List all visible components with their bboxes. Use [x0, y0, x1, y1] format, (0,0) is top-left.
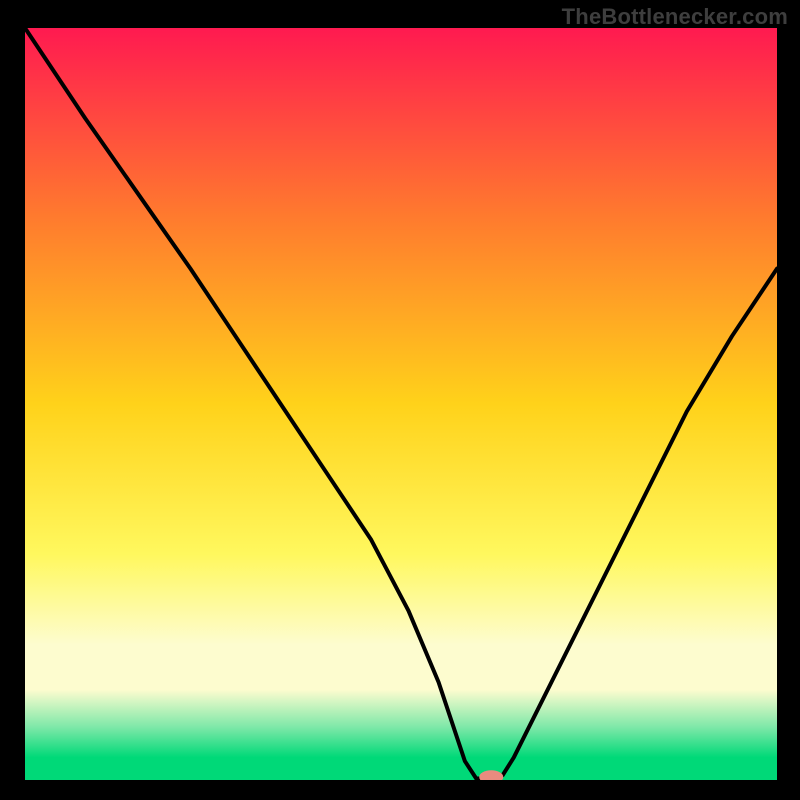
- plot-background: [25, 28, 777, 780]
- chart-container: TheBottlenecker.com: [0, 0, 800, 800]
- watermark-label: TheBottlenecker.com: [562, 4, 788, 30]
- bottleneck-chart: [25, 28, 777, 780]
